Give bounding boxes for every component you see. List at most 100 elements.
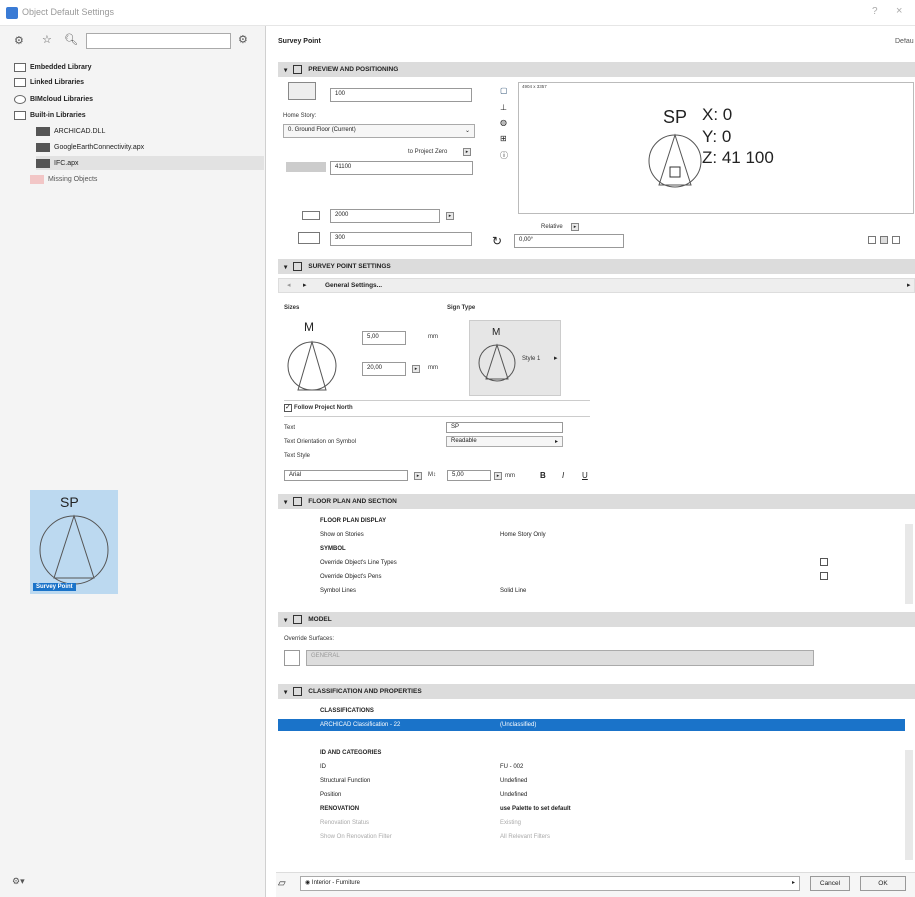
width-link-toggle[interactable]: ▸ xyxy=(446,212,454,220)
table-row[interactable]: Show on Stories Home Story Only xyxy=(278,530,905,540)
cancel-button[interactable]: Cancel xyxy=(810,876,850,891)
surface-dropdown[interactable]: GENERAL xyxy=(306,650,814,666)
font-input[interactable]: Arial xyxy=(284,470,408,481)
tree-item-missing-objects[interactable]: Missing Objects xyxy=(30,172,264,186)
preview-2d-icon[interactable]: ▢ xyxy=(500,86,508,95)
override-surfaces-toggle[interactable] xyxy=(284,650,300,666)
font-unit: mm xyxy=(505,473,515,479)
mirror-x-icon[interactable] xyxy=(880,236,888,244)
search-icon[interactable]: 🔍︎ xyxy=(64,33,78,46)
text-input[interactable]: SP xyxy=(446,422,563,433)
tree-item-embedded-library[interactable]: Embedded Library xyxy=(14,60,264,74)
section-title: CLASSIFICATION AND PROPERTIES xyxy=(308,688,422,695)
tree-label: GoogleEarthConnectivity.apx xyxy=(54,143,145,151)
general-settings-bar[interactable]: ◂ ▸ General Settings... ▸ xyxy=(278,278,915,293)
table-row[interactable]: Structural Function Undefined xyxy=(278,776,905,786)
section-floor-plan[interactable]: ▾ FLOOR PLAN AND SECTION xyxy=(278,494,915,509)
classification-row[interactable]: ARCHICAD Classification - 22 (Unclassifie… xyxy=(278,719,905,731)
angle-input[interactable]: 0,00° xyxy=(514,234,624,248)
preview-section-icon[interactable]: ⊥ xyxy=(500,103,507,112)
size-text-input[interactable]: 5,00 xyxy=(362,331,406,345)
text-label: Text xyxy=(284,425,296,431)
row-name: Position xyxy=(320,792,342,798)
mirror-y-icon[interactable] xyxy=(892,236,900,244)
override-pens-checkbox[interactable] xyxy=(820,572,828,580)
orientation-dropdown[interactable]: Readable ▸ xyxy=(446,436,563,447)
project-zero-toggle[interactable]: ▸ xyxy=(463,148,471,156)
font-size-input[interactable]: 5,00 xyxy=(447,470,491,481)
table-row[interactable]: Override Object's Pens xyxy=(278,572,905,582)
tree-label: ARCHICAD.DLL xyxy=(54,127,106,135)
bimcloud-icon xyxy=(14,94,26,104)
favorites-star-icon[interactable]: ☆ xyxy=(42,33,52,46)
home-story-dropdown[interactable]: 0. Ground Floor (Current) ⌄ xyxy=(283,124,475,138)
tree-item-googleearth[interactable]: GoogleEarthConnectivity.apx xyxy=(36,140,264,154)
table-row[interactable]: ID FU - 002 xyxy=(278,762,905,772)
width-input[interactable]: 2000 xyxy=(330,209,440,223)
tree-item-built-in-libraries[interactable]: Built-in Libraries xyxy=(14,108,264,122)
override-line-types-checkbox[interactable] xyxy=(820,558,828,566)
sign-type-label: Sign Type xyxy=(447,305,476,311)
follow-north-checkbox[interactable]: ✓ xyxy=(284,404,292,412)
collapse-arrow-icon: ▾ xyxy=(284,498,288,506)
floor-scrollbar[interactable] xyxy=(905,524,913,604)
row-value: Existing xyxy=(500,820,522,826)
ok-button[interactable]: OK xyxy=(860,876,906,891)
layer-value: Interior - Furniture xyxy=(311,880,360,886)
elevation-input[interactable]: 100 xyxy=(330,88,472,102)
next-page-icon[interactable]: ▸ xyxy=(303,281,307,289)
tree-item-ifc-apx[interactable]: IFC.apx xyxy=(36,156,264,170)
section-preview-positioning[interactable]: ▾ PREVIEW AND POSITIONING xyxy=(278,62,915,77)
rotation-icon: ↻ xyxy=(492,234,503,248)
underline-button[interactable]: U xyxy=(582,471,588,480)
font-size-icon: M↕ xyxy=(428,472,436,478)
info-icon[interactable]: ⓘ xyxy=(500,150,508,161)
expand-arrow-icon: ▸ xyxy=(907,282,911,289)
row-name: Structural Function xyxy=(320,778,371,784)
surface-value: GENERAL xyxy=(311,653,340,659)
properties-scrollbar[interactable] xyxy=(905,750,913,860)
project-zero-input[interactable]: 41100 xyxy=(330,161,473,175)
row-name: SYMBOL xyxy=(320,546,346,552)
arrow-icon: ▸ xyxy=(554,439,558,445)
row-name: RENOVATION xyxy=(320,806,360,812)
row-name: Override Object's Line Types xyxy=(320,560,397,566)
tree-item-bimcloud-libraries[interactable]: BIMcloud Libraries xyxy=(14,92,264,106)
tree-item-linked-libraries[interactable]: Linked Libraries xyxy=(14,75,264,89)
relative-toggle[interactable]: ▸ xyxy=(571,223,579,231)
search-input[interactable] xyxy=(86,33,231,49)
close-button[interactable]: × xyxy=(896,5,902,17)
table-row[interactable]: Override Object's Line Types xyxy=(278,558,905,568)
bold-button[interactable]: B xyxy=(540,471,546,480)
table-row[interactable]: Position Undefined xyxy=(278,790,905,800)
mirror-icon[interactable] xyxy=(868,236,876,244)
sign-type-selector[interactable]: M Style 1 ▸ xyxy=(469,320,561,396)
object-thumbnail[interactable]: SP xyxy=(30,490,118,594)
section-model[interactable]: ▾ MODEL xyxy=(278,612,915,627)
table-row[interactable]: Symbol Lines Solid Line xyxy=(278,586,905,596)
prev-page-icon[interactable]: ◂ xyxy=(287,281,291,289)
library-manager-icon[interactable]: ⚙ xyxy=(14,34,24,47)
preview-3d-icon[interactable]: ◍ xyxy=(500,118,507,127)
tree-item-archicad-dll[interactable]: ARCHICAD.DLL xyxy=(36,124,264,138)
row-name: Show On Renovation Filter xyxy=(320,834,392,840)
layer-dropdown[interactable]: ◉ Interior - Furniture ▸ xyxy=(300,876,800,891)
library-options-icon[interactable]: ⚙▾ xyxy=(12,876,25,887)
window-title: Object Default Settings xyxy=(22,7,115,17)
library-icon xyxy=(14,62,26,72)
section-survey-point-settings[interactable]: ▾ SURVEY POINT SETTINGS xyxy=(278,259,915,274)
size-symbol-input[interactable]: 20,00 xyxy=(362,362,406,376)
section-icon xyxy=(293,262,303,271)
relative-label: Relative xyxy=(541,224,563,230)
italic-button[interactable]: I xyxy=(562,471,564,480)
preview-elevation-icon[interactable]: ⊞ xyxy=(500,134,507,143)
size-unit-toggle[interactable]: ▸ xyxy=(412,365,420,373)
font-size-toggle[interactable]: ▸ xyxy=(494,472,502,480)
height-input[interactable]: 300 xyxy=(330,232,472,246)
font-dropdown-button[interactable]: ▸ xyxy=(414,472,422,480)
section-classification[interactable]: ▾ CLASSIFICATION AND PROPERTIES xyxy=(278,684,915,699)
divider xyxy=(284,400,590,401)
row-name: Show on Stories xyxy=(320,532,364,538)
settings-gear-icon[interactable]: ⚙ xyxy=(238,33,248,46)
help-button[interactable]: ? xyxy=(872,6,878,17)
